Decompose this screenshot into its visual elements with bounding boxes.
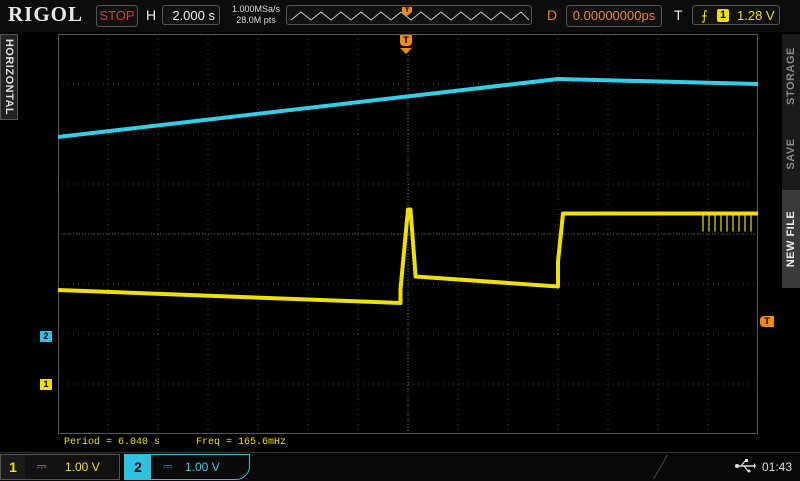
period-measurement: Period = 6.040 s <box>64 437 161 448</box>
channel-1-label: 1 <box>1 455 25 479</box>
timebase-value[interactable]: 2.000 s <box>162 5 220 25</box>
ch2-ground-marker[interactable]: 2 <box>40 331 52 342</box>
memory-overview-bar[interactable]: T <box>286 5 532 25</box>
trigger-level: 1.28 V <box>737 8 775 23</box>
trigger-settings[interactable]: ⨍ 1 1.28 V <box>692 5 780 25</box>
side-menu: STORAGE SAVE NEW FILE <box>782 34 800 288</box>
horizontal-menu-tab[interactable]: HORIZONTAL <box>0 34 18 120</box>
dc-coupling-icon: ⎓ <box>163 459 173 473</box>
system-clock: 01:43 <box>762 460 793 474</box>
brand-logo: RIGOL <box>8 2 84 26</box>
bottom-status-bar: 1 ⎓ 1.00 V 2 ⎓ 1.00 V 01:43 <box>0 452 800 481</box>
channel-2-label: 2 <box>125 455 151 479</box>
run-stop-status[interactable]: STOP <box>96 5 138 27</box>
horizontal-label: H <box>146 7 157 23</box>
trace-ch2 <box>58 77 758 139</box>
trigger-position-marker[interactable]: T <box>400 35 412 46</box>
top-status-bar: RIGOL STOP H 2.000 s 1.000MSa/s 28.0M pt… <box>0 0 800 32</box>
graticule <box>58 34 758 434</box>
channel-1-settings[interactable]: 1 ⎓ 1.00 V <box>0 454 120 480</box>
storage-tab[interactable]: STORAGE <box>782 34 800 118</box>
horizontal-menu-label: HORIZONTAL <box>3 38 15 116</box>
memory-depth: 28.0M pts <box>236 15 276 25</box>
save-tab[interactable]: SAVE <box>782 118 800 190</box>
channel-2-settings[interactable]: 2 ⎓ 1.00 V <box>124 454 250 480</box>
trigger-position-arrow-icon <box>400 46 412 54</box>
acquisition-info: 1.000MSa/s 28.0M pts <box>232 4 280 26</box>
bar-separator <box>653 455 688 479</box>
memory-overview-waveform: T <box>290 7 530 21</box>
trigger-source: 1 <box>717 9 729 22</box>
save-tab-label: SAVE <box>785 138 797 170</box>
waveform-display[interactable] <box>58 34 758 434</box>
delay-label: D <box>547 7 558 23</box>
channel-2-scale: 1.00 V <box>185 460 220 474</box>
channel-1-scale: 1.00 V <box>65 460 100 474</box>
sample-rate: 1.000MSa/s <box>232 4 281 14</box>
trigger-level-marker[interactable]: T <box>760 316 774 327</box>
frequency-measurement: Freq = 165.6mHz <box>196 437 287 448</box>
rising-edge-icon: ⨍ <box>701 8 708 23</box>
trigger-label: T <box>674 7 683 23</box>
dc-coupling-icon: ⎓ <box>37 459 47 473</box>
storage-tab-label: STORAGE <box>785 47 797 105</box>
new-file-tab[interactable]: NEW FILE <box>782 190 800 288</box>
new-file-tab-label: NEW FILE <box>785 210 797 268</box>
ch1-ground-marker[interactable]: 1 <box>40 379 52 390</box>
usb-icon <box>734 459 756 476</box>
delay-value[interactable]: 0.00000000ps <box>566 5 662 27</box>
